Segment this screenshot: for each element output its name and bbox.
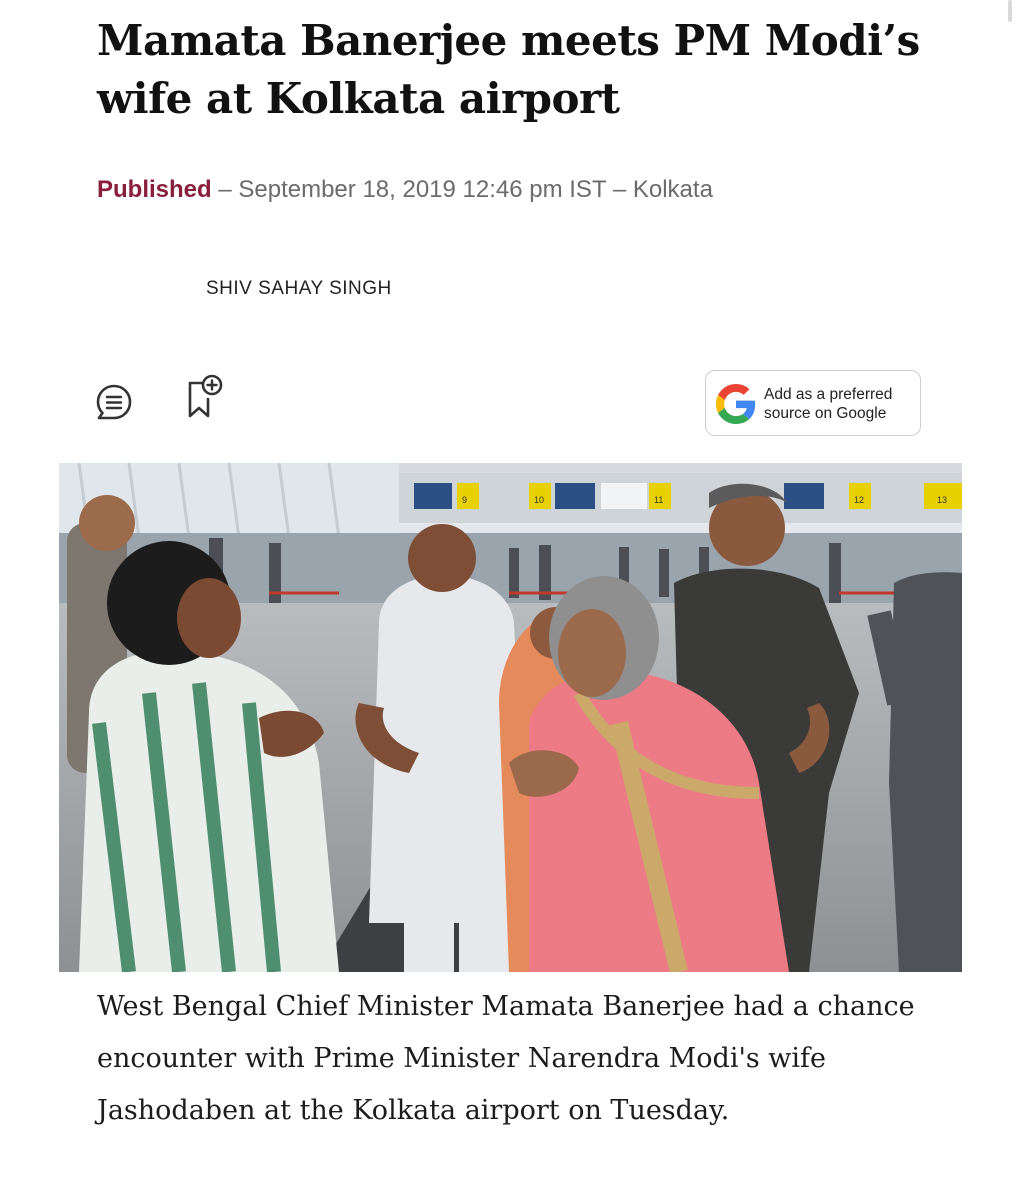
google-preferred-source-button[interactable]: Add as a preferred source on Google [705, 370, 921, 436]
google-g-icon [716, 384, 756, 424]
gate-number: 9 [462, 495, 467, 505]
comment-icon[interactable] [95, 383, 133, 421]
article-headline: Mamata Banerjee meets PM Modi’s wife at … [97, 16, 920, 123]
scrollbar-thumb[interactable] [1008, 0, 1012, 22]
gate-number: 11 [654, 495, 663, 505]
gate-number: 12 [854, 495, 864, 505]
published-label: Published [97, 176, 212, 203]
article-meta: Published – September 18, 2019 12:46 pm … [97, 176, 713, 204]
google-pill-line1: Add as a preferred [764, 386, 893, 403]
publish-date: September 18, 2019 12:46 pm IST [238, 176, 607, 203]
google-pill-text: Add as a preferred source on Google [764, 385, 914, 423]
article-photo: 9 10 11 12 13 [59, 463, 962, 972]
bookmark-add-icon[interactable] [184, 373, 226, 419]
meta-separator: – [606, 176, 633, 203]
dateline-location: Kolkata [632, 176, 713, 203]
author-byline[interactable]: SHIV SAHAY SINGH [206, 278, 392, 300]
meta-separator: – [211, 176, 239, 203]
google-pill-line2: source on Google [764, 405, 887, 422]
gate-number: 10 [534, 495, 544, 505]
photo-caption: West Bengal Chief Minister Mamata Banerj… [97, 991, 915, 1126]
gate-number: 13 [937, 495, 947, 505]
